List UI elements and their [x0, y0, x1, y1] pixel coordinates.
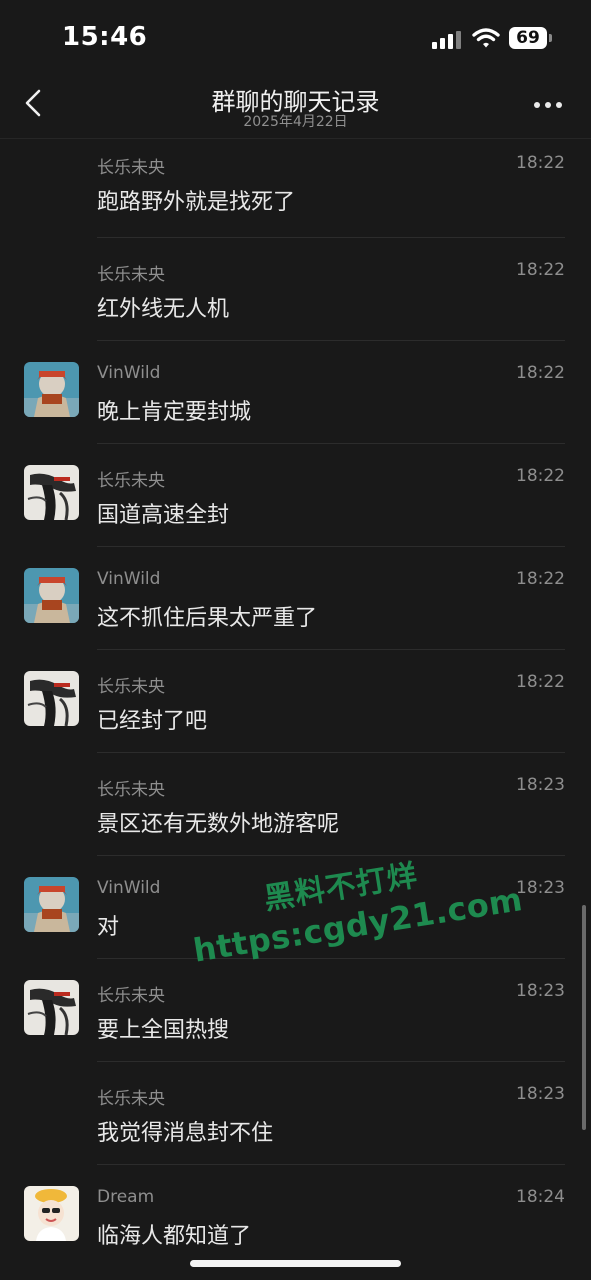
- sender-name: 长乐未央: [97, 677, 165, 697]
- message-time: 18:23: [516, 1084, 565, 1104]
- message-time: 18:22: [516, 466, 565, 486]
- message-text: 红外线无人机: [97, 297, 230, 322]
- signal-bars-icon: [432, 31, 462, 49]
- message-item[interactable]: 长乐未央 18:22 跑路野外就是找死了: [0, 139, 591, 238]
- message-time: 18:22: [516, 672, 565, 692]
- message-text: 景区还有无数外地游客呢: [97, 812, 340, 837]
- message-item[interactable]: 长乐未央 18:22 红外线无人机: [0, 238, 591, 341]
- status-bar: 15:46 69: [0, 0, 591, 78]
- message-text: 对: [97, 915, 120, 940]
- home-indicator[interactable]: [190, 1260, 401, 1267]
- message-item[interactable]: Dream 18:24 临海人都知道了: [0, 1165, 591, 1268]
- message-text: 临海人都知道了: [97, 1224, 252, 1249]
- message-text: 国道高速全封: [97, 503, 230, 528]
- message-item[interactable]: VinWild 18:22 晚上肯定要封城: [0, 341, 591, 444]
- sender-name: 长乐未央: [97, 986, 165, 1006]
- message-time: 18:23: [516, 981, 565, 1001]
- sender-name: VinWild: [97, 878, 161, 898]
- message-time: 18:23: [516, 878, 565, 898]
- dream-avatar[interactable]: [24, 1186, 79, 1241]
- page-subtitle: 2025年4月22日: [243, 114, 348, 130]
- status-time: 15:46: [62, 22, 148, 52]
- changle-avatar[interactable]: [24, 980, 79, 1035]
- more-button[interactable]: [528, 90, 568, 120]
- message-text: 已经封了吧: [97, 709, 208, 734]
- message-item[interactable]: 长乐未央 18:22 已经封了吧: [0, 650, 591, 753]
- message-time: 18:22: [516, 569, 565, 589]
- message-text: 我觉得消息封不住: [97, 1121, 274, 1146]
- message-text: 要上全国热搜: [97, 1018, 230, 1043]
- sender-name: VinWild: [97, 569, 161, 589]
- message-item[interactable]: 长乐未央 18:23 景区还有无数外地游客呢: [0, 753, 591, 856]
- message-item[interactable]: VinWild 18:23 对: [0, 856, 591, 959]
- wifi-icon: [472, 28, 500, 48]
- message-item[interactable]: VinWild 18:22 这不抓住后果太严重了: [0, 547, 591, 650]
- message-time: 18:22: [516, 260, 565, 280]
- message-list[interactable]: 长乐未央 18:22 跑路野外就是找死了 长乐未央 18:22 红外线无人机 VinWild…: [0, 139, 591, 1268]
- vinwild-avatar[interactable]: [24, 877, 79, 932]
- changle-avatar[interactable]: [24, 465, 79, 520]
- more-dots-icon: [534, 102, 540, 108]
- sender-name: 长乐未央: [97, 265, 165, 285]
- vinwild-avatar[interactable]: [24, 568, 79, 623]
- sender-name: 长乐未央: [97, 471, 165, 491]
- message-item[interactable]: 长乐未央 18:22 国道高速全封: [0, 444, 591, 547]
- message-text: 跑路野外就是找死了: [97, 190, 296, 215]
- changle-avatar[interactable]: [24, 671, 79, 726]
- sender-name: 长乐未央: [97, 780, 165, 800]
- message-time: 18:24: [516, 1187, 565, 1207]
- vinwild-avatar[interactable]: [24, 362, 79, 417]
- sender-name: VinWild: [97, 363, 161, 383]
- message-item[interactable]: 长乐未央 18:23 要上全国热搜: [0, 959, 591, 1062]
- scrollbar[interactable]: [582, 905, 586, 1130]
- nav-bar: 群聊的聊天记录 2025年4月22日: [0, 78, 591, 139]
- message-time: 18:22: [516, 363, 565, 383]
- message-time: 18:23: [516, 775, 565, 795]
- sender-name: Dream: [97, 1187, 155, 1207]
- message-text: 这不抓住后果太严重了: [97, 606, 318, 631]
- sender-name: 长乐未央: [97, 158, 165, 178]
- message-item[interactable]: 长乐未央 18:23 我觉得消息封不住: [0, 1062, 591, 1165]
- message-text: 晚上肯定要封城: [97, 400, 252, 425]
- sender-name: 长乐未央: [97, 1089, 165, 1109]
- battery-level: 69: [516, 28, 540, 48]
- battery-icon: 69: [509, 27, 553, 49]
- message-time: 18:22: [516, 153, 565, 173]
